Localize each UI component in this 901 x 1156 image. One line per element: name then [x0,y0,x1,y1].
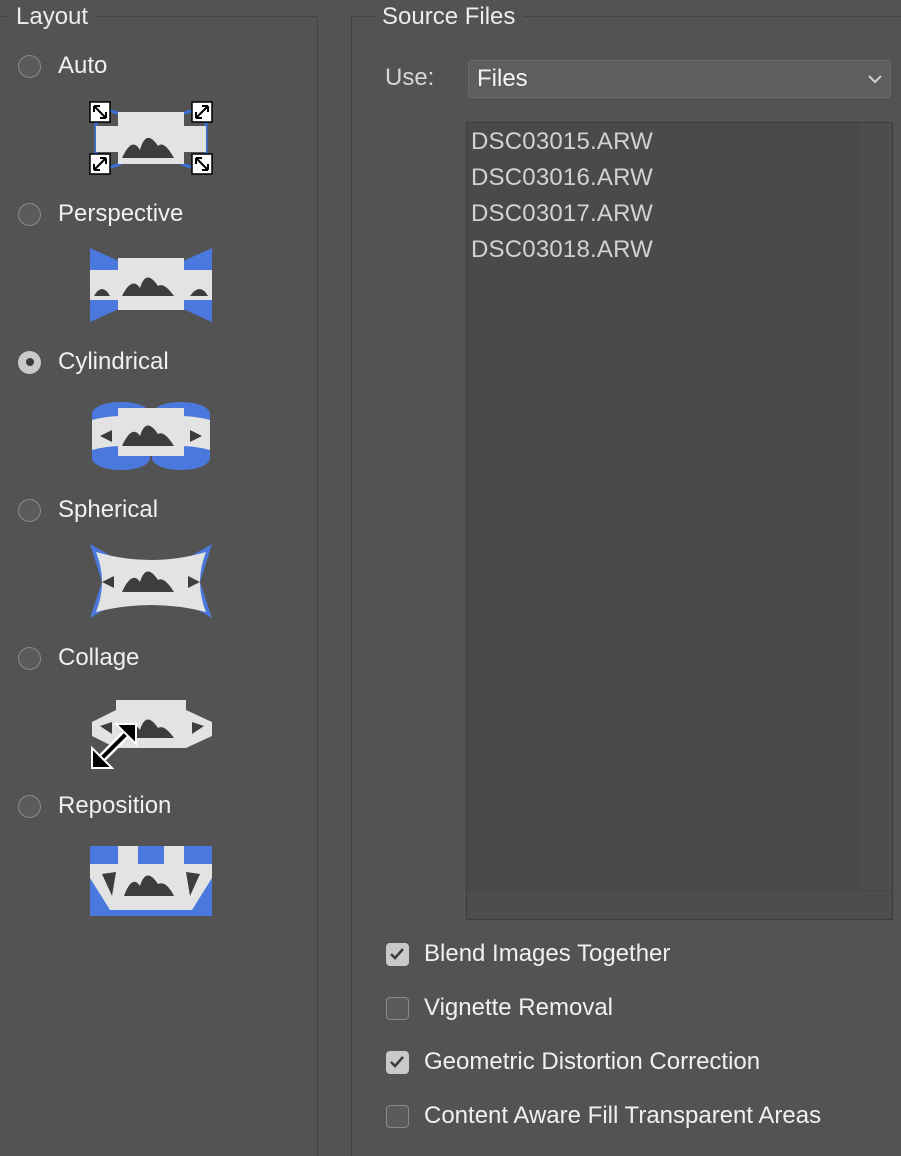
checkmark-icon [390,1055,404,1068]
layout-legend: Layout [8,3,97,31]
auto-layout-icon[interactable] [88,100,214,178]
radio-spherical[interactable]: Spherical [18,494,158,526]
radio-label-collage: Collage [58,644,140,671]
use-select-value: Files [477,65,528,92]
use-select[interactable]: Files [468,60,891,98]
radio-label-reposition: Reposition [58,792,172,819]
radio-label-auto: Auto [58,52,108,79]
content-aware-fill-option[interactable]: Content Aware Fill Transparent Areas [386,1101,821,1131]
vertical-scrollbar[interactable] [859,123,892,919]
content-aware-fill-label: Content Aware Fill Transparent Areas [424,1102,822,1129]
use-label: Use: [385,64,435,91]
perspective-layout-icon[interactable] [88,246,214,324]
blend-images-label: Blend Images Together [424,940,671,967]
geometric-distortion-label: Geometric Distortion Correction [424,1048,761,1075]
radio-label-spherical: Spherical [58,496,159,523]
horizontal-scrollbar[interactable] [467,890,892,919]
spherical-layout-icon[interactable] [88,542,214,620]
collage-layout-icon[interactable] [88,692,214,770]
file-list[interactable]: DSC03015.ARW DSC03016.ARW DSC03017.ARW D… [466,122,893,920]
radio-button[interactable] [18,54,41,78]
chevron-down-icon [868,75,882,84]
radio-auto[interactable]: Auto [18,50,107,82]
geometric-distortion-option[interactable]: Geometric Distortion Correction [386,1047,760,1077]
radio-cylindrical[interactable]: Cylindrical [18,346,169,378]
geometric-distortion-checkbox[interactable] [386,1050,409,1074]
blend-images-checkbox[interactable] [386,942,409,966]
radio-button-selected[interactable] [18,350,41,374]
file-list-item[interactable]: DSC03015.ARW [471,127,653,157]
radio-perspective[interactable]: Perspective [18,198,183,230]
radio-button[interactable] [18,498,41,522]
radio-reposition[interactable]: Reposition [18,790,171,822]
checkmark-icon [390,947,404,960]
file-list-item[interactable]: DSC03016.ARW [471,163,653,193]
reposition-layout-icon[interactable] [88,842,214,920]
radio-collage[interactable]: Collage [18,642,139,674]
radio-label-cylindrical: Cylindrical [58,348,169,375]
file-list-item[interactable]: DSC03018.ARW [471,235,653,265]
cylindrical-layout-icon[interactable] [88,394,214,472]
file-list-item[interactable]: DSC03017.ARW [471,199,653,229]
radio-button[interactable] [18,646,41,670]
content-aware-fill-checkbox[interactable] [386,1104,409,1128]
radio-label-perspective: Perspective [58,200,184,227]
radio-button[interactable] [18,202,41,226]
radio-button[interactable] [18,794,41,818]
source-files-legend: Source Files [374,3,524,31]
vignette-removal-label: Vignette Removal [424,994,613,1021]
vignette-removal-option[interactable]: Vignette Removal [386,993,613,1023]
vignette-removal-checkbox[interactable] [386,996,409,1020]
blend-images-option[interactable]: Blend Images Together [386,939,670,969]
